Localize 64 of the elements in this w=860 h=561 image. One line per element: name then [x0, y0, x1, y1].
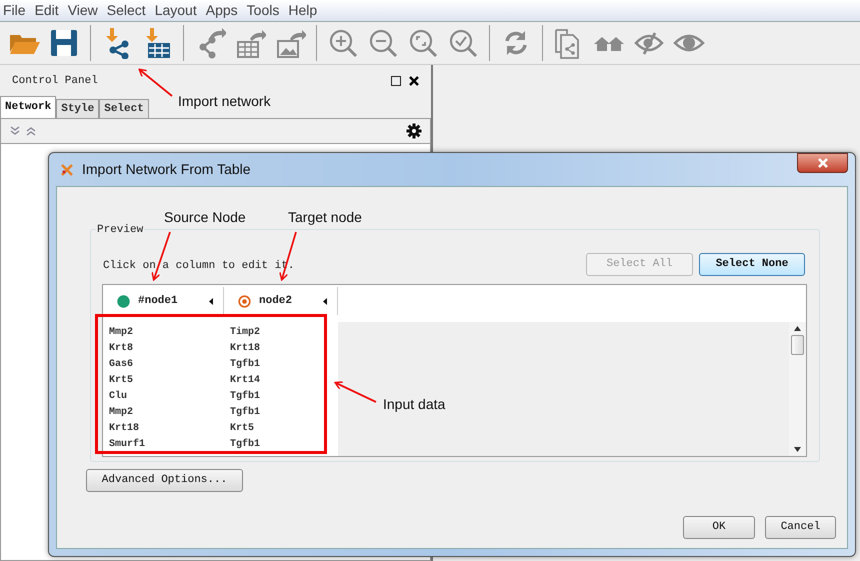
table-cell-text: Tgfb1 [230, 438, 262, 452]
table-cell-text: Gas6 [109, 358, 134, 372]
table-cell-text: Smurf1 [109, 438, 146, 452]
menu-item[interactable]: Select [106, 0, 146, 21]
table-cell-text: Krt14 [230, 374, 262, 388]
scroll-up-icon[interactable] [794, 326, 801, 331]
column-header[interactable]: node2 [224, 287, 338, 315]
collapse-all-icon[interactable] [25, 126, 37, 136]
table-cell-text: Tgfb1 [230, 358, 262, 372]
arrow [138, 68, 173, 97]
scrollbar[interactable] [789, 322, 806, 456]
filled-circle-icon [117, 294, 130, 308]
menu-item[interactable]: Apps [206, 0, 238, 21]
menu-item[interactable]: File [3, 0, 26, 21]
table-cell-text: Krt18 [230, 342, 262, 356]
ok-button[interactable]: OK [683, 516, 755, 539]
maximize-icon[interactable] [391, 76, 401, 86]
save-icon[interactable] [48, 27, 80, 59]
scroll-down-icon[interactable] [794, 447, 801, 452]
annotation-label: Target node [288, 208, 362, 227]
dialog-title: Import Network From Table [82, 160, 251, 179]
menu-item[interactable]: Layout [154, 0, 197, 21]
panel-title: Control Panel [12, 74, 98, 89]
export-table-icon[interactable] [234, 27, 266, 59]
menu-item[interactable]: Tools [246, 0, 280, 21]
table-cell-text: Tgfb1 [230, 390, 262, 404]
export-image-icon[interactable] [274, 27, 306, 59]
zoom-out-icon[interactable] [367, 27, 399, 59]
table-cell-text: Krt18 [109, 422, 140, 436]
zoom-fit-icon[interactable] [407, 27, 439, 59]
tab[interactable]: Network [0, 96, 56, 118]
cancel-button[interactable]: Cancel [765, 516, 836, 539]
close-button[interactable] [797, 152, 848, 172]
table-cell-text: Tgfb1 [230, 406, 262, 420]
caret-icon [209, 298, 213, 304]
annotation-label: Source Node [164, 208, 246, 227]
arrow [334, 381, 376, 403]
zoom-in-icon[interactable] [327, 27, 359, 59]
table-cell-text: Krt5 [230, 422, 256, 436]
table-cell-text: Clu [109, 390, 128, 404]
annotation-label: Input data [383, 395, 446, 414]
table-cell-text: Mmp2 [109, 406, 134, 420]
tab[interactable]: Style [56, 99, 100, 118]
close-icon [816, 158, 828, 168]
zoom-check-icon[interactable] [447, 27, 479, 59]
settings-icon[interactable] [406, 123, 422, 139]
target-circle-icon [238, 294, 251, 308]
menu-item[interactable]: Edit [34, 0, 59, 21]
caret-icon [323, 298, 327, 304]
annotation-label: Import network [178, 92, 271, 111]
select-none-button[interactable]: Select None [699, 253, 805, 276]
scroll-thumb[interactable] [791, 335, 804, 355]
table-cell-text: Krt5 [109, 374, 134, 388]
table-cell-text: Timp2 [230, 326, 262, 340]
menu-item[interactable]: Help [288, 0, 318, 21]
table-cell-text: Mmp2 [109, 326, 134, 340]
close-icon[interactable] [409, 76, 419, 86]
advanced-options-button[interactable]: Advanced Options... [86, 469, 243, 492]
menu-item[interactable]: View [68, 0, 98, 21]
tab[interactable]: Select [99, 99, 149, 118]
expand-all-icon[interactable] [9, 126, 21, 136]
table-cell-text: Krt8 [109, 342, 134, 356]
app-logo-icon [60, 162, 74, 176]
column-header[interactable]: #node1 [103, 287, 224, 315]
